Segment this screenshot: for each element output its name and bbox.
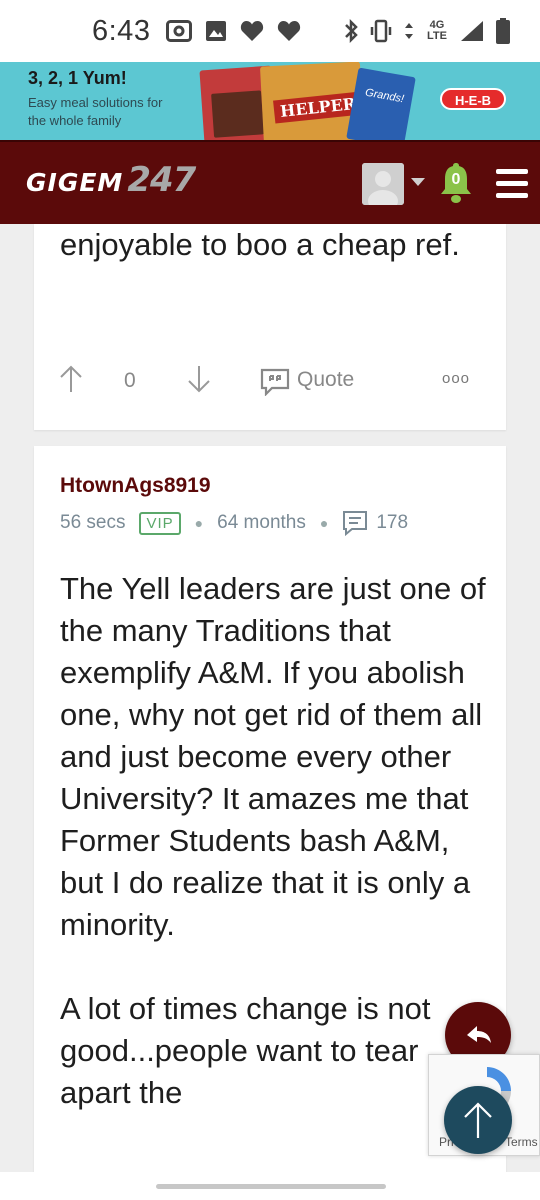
post-body: The Yell leaders are just one of the man… — [60, 568, 490, 1156]
ad-subtitle: Easy meal solutions for the whole family — [28, 95, 163, 128]
data-arrows-icon — [405, 23, 413, 39]
bluetooth-icon — [345, 19, 358, 43]
post-actions: 0 Quote ooo — [34, 358, 506, 398]
ad-brand-logo: H-E-B — [440, 88, 506, 110]
site-header: GIGEM 247 0 — [0, 140, 540, 224]
vip-badge: VIP — [139, 511, 181, 535]
arrow-up-icon — [464, 1102, 492, 1138]
avatar-placeholder-icon — [362, 163, 404, 205]
status-system-icons: 4G LTE — [344, 18, 510, 44]
battery-icon — [496, 18, 510, 44]
hamburger-menu-icon[interactable] — [496, 169, 528, 199]
more-options-button[interactable]: ooo — [442, 370, 470, 387]
post-paragraph: The Yell leaders are just one of the man… — [60, 571, 486, 942]
heart-icon — [241, 21, 264, 41]
previous-post-card: enjoyable to boo a cheap ref. 0 Quote oo… — [34, 224, 506, 430]
image-icon — [206, 21, 227, 41]
post-count: 178 — [376, 512, 409, 533]
post-author[interactable]: HtownAgs8919 — [60, 474, 211, 498]
status-notification-icons — [166, 20, 301, 42]
network-type-label: 4G LTE — [427, 19, 447, 42]
meta-separator: ● — [194, 515, 204, 531]
ad-title: 3, 2, 1 Yum! — [28, 68, 127, 88]
account-dropdown-caret-icon[interactable] — [411, 178, 425, 186]
previous-post-text: enjoyable to boo a cheap ref. — [60, 227, 460, 262]
user-avatar[interactable] — [362, 163, 404, 205]
post-meta: 56 secs VIP ● 64 months ● 178 — [60, 510, 408, 536]
heart-icon — [278, 21, 301, 41]
scroll-to-top-button[interactable] — [444, 1086, 512, 1154]
gesture-handle[interactable] — [156, 1184, 386, 1189]
quote-button[interactable]: Quote — [297, 368, 354, 392]
member-duration: 64 months — [217, 512, 306, 533]
status-bar: 6:43 4G LTE — [0, 0, 540, 62]
quote-icon[interactable] — [260, 368, 290, 396]
ad-biscuit-can — [346, 67, 416, 140]
notification-count: 0 — [451, 171, 461, 188]
logo-number: 247 — [127, 160, 196, 200]
signal-icon — [461, 21, 483, 41]
vibrate-icon — [370, 19, 392, 43]
clock: 6:43 — [92, 14, 151, 47]
post-paragraph: A lot of times change is not good...peop… — [60, 991, 431, 1110]
ad-banner[interactable]: 3, 2, 1 Yum! Easy meal solutions for the… — [0, 62, 540, 140]
site-logo[interactable]: GIGEM 247 — [26, 160, 196, 200]
system-navigation-bar — [0, 1172, 540, 1200]
downvote-arrow-icon[interactable] — [186, 364, 212, 394]
meta-separator: ● — [319, 515, 329, 531]
upvote-arrow-icon[interactable] — [58, 364, 84, 394]
logo-text: GIGEM — [26, 168, 124, 197]
vote-count: 0 — [124, 369, 136, 392]
cast-icon — [166, 20, 193, 42]
post-time: 56 secs — [60, 512, 126, 533]
post-count-icon — [343, 511, 368, 536]
